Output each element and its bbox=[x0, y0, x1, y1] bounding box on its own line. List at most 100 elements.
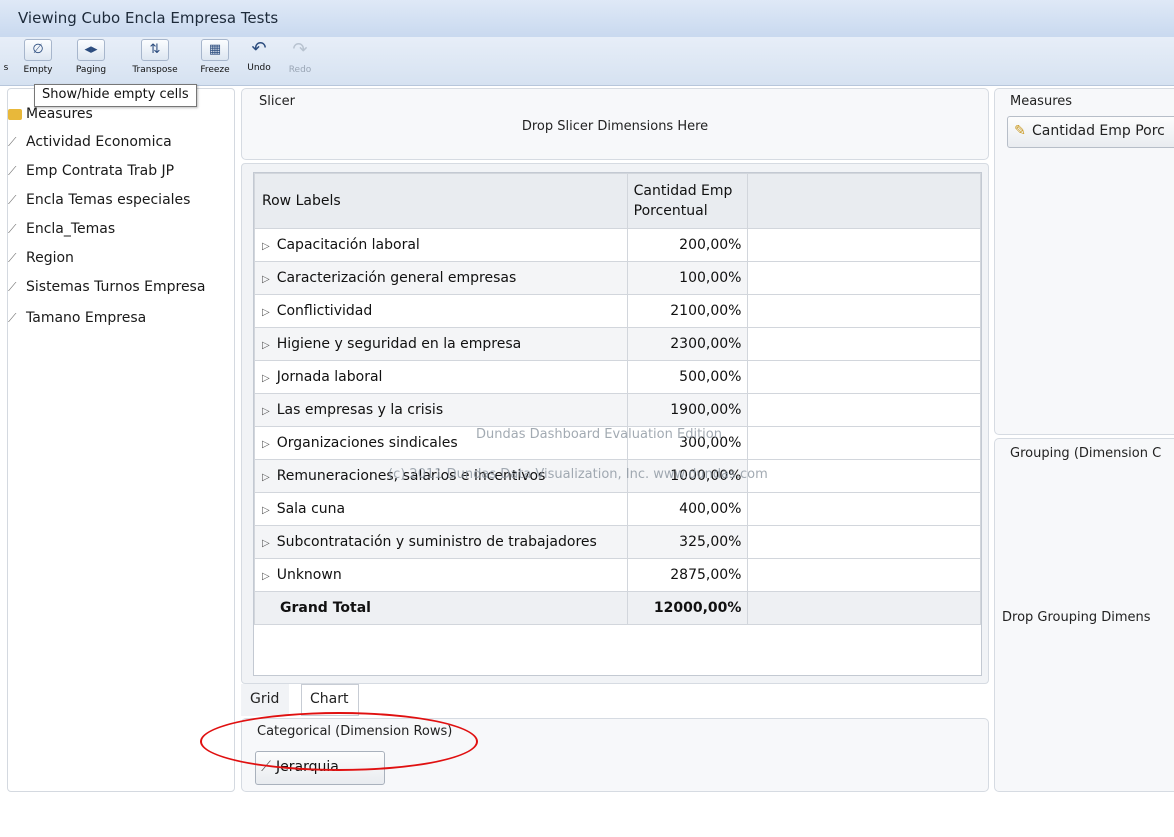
slicer-panel[interactable]: Slicer Drop Slicer Dimensions Here bbox=[241, 88, 989, 160]
measure-header[interactable]: Cantidad Emp Porcentual bbox=[626, 173, 749, 229]
table-row[interactable]: ▷ Subcontratación y suministro de trabaja… bbox=[254, 525, 981, 559]
grouping-panel[interactable]: Grouping (Dimension C Drop Grouping Dime… bbox=[994, 438, 1174, 792]
table-row[interactable]: ▷ Caracterización general empresas 100,00% bbox=[254, 261, 981, 295]
row-label-text: Jornada laboral bbox=[276, 369, 383, 385]
expand-arrow-icon[interactable]: ▷ bbox=[262, 472, 270, 483]
paging-icon: ◂▸ bbox=[77, 39, 105, 61]
dimension-measures[interactable]: Measures bbox=[8, 106, 93, 128]
grouping-drop-text: Drop Grouping Dimens bbox=[1002, 610, 1151, 625]
grand-total-label: Grand Total bbox=[254, 591, 628, 625]
expand-arrow-icon[interactable]: ▷ bbox=[262, 406, 270, 417]
measure-ruler-icon: ✎ bbox=[1014, 123, 1026, 139]
dimension-tamano-empresa[interactable]: ⟋ Tamano Empresa bbox=[8, 310, 146, 332]
hierarchy-icon: ⟋ bbox=[8, 251, 17, 265]
measures-folder-icon bbox=[8, 108, 22, 120]
expand-arrow-icon[interactable]: ▷ bbox=[262, 340, 270, 351]
row-value: 400,00% bbox=[626, 492, 749, 526]
dimension-actividad-economica[interactable]: ⟋ Actividad Economica bbox=[8, 134, 172, 156]
freeze-icon: ▦ bbox=[201, 39, 229, 61]
empty-button[interactable]: ∅ Empty bbox=[13, 39, 63, 81]
row-label-text: Sala cuna bbox=[276, 501, 346, 517]
dimension-region[interactable]: ⟋ Region bbox=[8, 250, 74, 272]
toolbar-partial-button[interactable]: s bbox=[0, 39, 12, 81]
table-header-row: Row Labels Cantidad Emp Porcentual bbox=[254, 173, 981, 229]
empty-cell bbox=[747, 294, 981, 328]
redo-icon: ↷ bbox=[292, 39, 308, 60]
row-label[interactable]: ▷ Unknown bbox=[254, 558, 628, 592]
grand-total-value: 12000,00% bbox=[626, 591, 749, 625]
row-labels-header[interactable]: Row Labels bbox=[254, 173, 628, 229]
watermark-line1: Dundas Dashboard Evaluation Edition bbox=[476, 427, 722, 442]
row-label[interactable]: ▷ Sala cuna bbox=[254, 492, 628, 526]
dimension-emp-contrata[interactable]: ⟋ Emp Contrata Trab JP bbox=[8, 163, 174, 185]
empty-cell bbox=[747, 492, 981, 526]
table-row[interactable]: ▷ Conflictividad 2100,00% bbox=[254, 294, 981, 328]
row-value: 100,00% bbox=[626, 261, 749, 295]
hierarchy-icon: ⟋ bbox=[8, 164, 17, 178]
undo-button[interactable]: ↶ Undo bbox=[238, 39, 280, 81]
tab-grid[interactable]: Grid bbox=[241, 684, 289, 716]
hierarchy-icon: ⟋ bbox=[8, 193, 17, 207]
empty-cell bbox=[747, 228, 981, 262]
empty-header bbox=[747, 173, 981, 229]
dimension-encla-temas[interactable]: ⟋ Encla_Temas bbox=[8, 221, 115, 243]
paging-button[interactable]: ◂▸ Paging bbox=[66, 39, 116, 81]
row-label-text: Subcontratación y suministro de trabajad… bbox=[276, 534, 597, 550]
row-value: 325,00% bbox=[626, 525, 749, 559]
grid-area: Row Labels Cantidad Emp Porcentual ▷ Capa… bbox=[241, 163, 989, 684]
slicer-title: Slicer bbox=[259, 94, 295, 109]
expand-arrow-icon[interactable]: ▷ bbox=[262, 571, 270, 582]
expand-arrow-icon[interactable]: ▷ bbox=[262, 505, 270, 516]
row-label[interactable]: ▷ Las empresas y la crisis bbox=[254, 393, 628, 427]
empty-cell bbox=[747, 360, 981, 394]
transpose-button[interactable]: ⇅ Transpose bbox=[120, 39, 190, 81]
empty-cell bbox=[747, 327, 981, 361]
hierarchy-icon: ⟋ bbox=[8, 222, 17, 236]
empty-cell bbox=[747, 591, 981, 625]
empty-cells-icon: ∅ bbox=[24, 39, 52, 61]
row-label[interactable]: ▷ Capacitación laboral bbox=[254, 228, 628, 262]
row-value: 2875,00% bbox=[626, 558, 749, 592]
table-row[interactable]: ▷ Jornada laboral 500,00% bbox=[254, 360, 981, 394]
table-row[interactable]: ▷ Unknown 2875,00% bbox=[254, 558, 981, 592]
measures-title: Measures bbox=[1010, 94, 1073, 109]
row-label-text: Higiene y seguridad en la empresa bbox=[276, 336, 522, 352]
transpose-icon: ⇅ bbox=[141, 39, 169, 61]
pivot-table: Row Labels Cantidad Emp Porcentual ▷ Capa… bbox=[254, 173, 981, 625]
table-row[interactable]: ▷ Capacitación laboral 200,00% bbox=[254, 228, 981, 262]
row-label[interactable]: ▷ Caracterización general empresas bbox=[254, 261, 628, 295]
redo-button[interactable]: ↷ Redo bbox=[283, 39, 317, 81]
row-label[interactable]: ▷ Subcontratación y suministro de trabaja… bbox=[254, 525, 628, 559]
undo-icon: ↶ bbox=[251, 38, 267, 59]
table-row[interactable]: ▷ Sala cuna 400,00% bbox=[254, 492, 981, 526]
expand-arrow-icon[interactable]: ▷ bbox=[262, 274, 270, 285]
row-label[interactable]: ▷ Conflictividad bbox=[254, 294, 628, 328]
row-value: 2300,00% bbox=[626, 327, 749, 361]
table-row[interactable]: ▷ Las empresas y la crisis 1900,00% bbox=[254, 393, 981, 427]
measure-chip[interactable]: ✎ Cantidad Emp Porc bbox=[1007, 116, 1174, 148]
dimension-encla-temas-especiales[interactable]: ⟋ Encla Temas especiales bbox=[8, 192, 190, 214]
toolbar: s ∅ Empty ◂▸ Paging ⇅ Transpose ▦ Freeze… bbox=[0, 37, 1174, 86]
row-label-text: Caracterización general empresas bbox=[276, 270, 517, 286]
partial-icon bbox=[2, 39, 10, 59]
grand-total-row: Grand Total 12000,00% bbox=[254, 591, 981, 625]
empty-cell bbox=[747, 393, 981, 427]
watermark-line2: (c) 2011 Dundas Data Visualization, Inc.… bbox=[388, 467, 768, 482]
row-label-text: Organizaciones sindicales bbox=[276, 435, 458, 451]
pivot-grid: Row Labels Cantidad Emp Porcentual ▷ Capa… bbox=[253, 172, 982, 676]
expand-arrow-icon[interactable]: ▷ bbox=[262, 241, 270, 252]
dimensions-panel: Measures ⟋ Actividad Economica ⟋ Emp Contr… bbox=[7, 88, 235, 792]
row-label[interactable]: ▷ Higiene y seguridad en la empresa bbox=[254, 327, 628, 361]
table-row[interactable]: ▷ Higiene y seguridad en la empresa 2300,0… bbox=[254, 327, 981, 361]
window-title: Viewing Cubo Encla Empresa Tests bbox=[18, 9, 279, 27]
expand-arrow-icon[interactable]: ▷ bbox=[262, 538, 270, 549]
freeze-button[interactable]: ▦ Freeze bbox=[193, 39, 237, 81]
row-value: 1900,00% bbox=[626, 393, 749, 427]
hierarchy-icon: ⟋ bbox=[8, 311, 17, 325]
expand-arrow-icon[interactable]: ▷ bbox=[262, 307, 270, 318]
row-label[interactable]: ▷ Jornada laboral bbox=[254, 360, 628, 394]
measures-panel[interactable]: Measures ✎ Cantidad Emp Porc bbox=[994, 88, 1174, 435]
expand-arrow-icon[interactable]: ▷ bbox=[262, 373, 270, 384]
dimension-sistemas-turnos[interactable]: ⟋ Sistemas Turnos Empresa bbox=[8, 279, 205, 301]
expand-arrow-icon[interactable]: ▷ bbox=[262, 439, 270, 450]
